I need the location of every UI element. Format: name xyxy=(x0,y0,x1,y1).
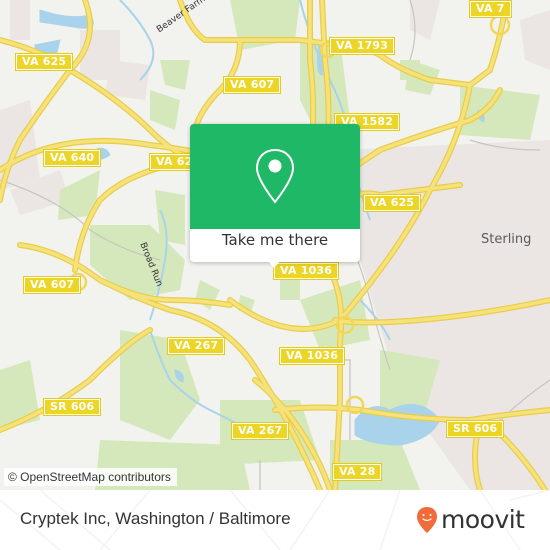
place-title: Cryptek Inc, Washington / Baltimore xyxy=(20,509,291,528)
road-shield-va625: VA 625 xyxy=(362,194,422,212)
location-popup: Take me there xyxy=(190,124,360,268)
moovit-wordmark: moovit xyxy=(441,505,525,534)
road-shield-va1793: VA 1793 xyxy=(328,37,396,55)
popup-header xyxy=(190,124,360,229)
road-shield-sr606: SR 606 xyxy=(445,420,505,438)
road-shield-va267: VA 267 xyxy=(230,422,290,440)
place-label-sterling: Sterling xyxy=(481,232,532,247)
road-shield-va1036: VA 1036 xyxy=(272,262,340,280)
popup-pointer xyxy=(268,261,280,268)
road-shield-va267: VA 267 xyxy=(166,337,226,355)
road-shield-va625: VA 625 xyxy=(14,53,74,71)
road-shield-va1036: VA 1036 xyxy=(278,347,346,365)
road-shield-va640: VA 640 xyxy=(42,149,102,167)
moovit-logo[interactable]: moovit xyxy=(416,505,525,534)
road-shield-sr606: SR 606 xyxy=(42,398,102,416)
road-shield-va7: VA 7 xyxy=(469,0,512,18)
map-pin-icon xyxy=(255,148,295,204)
road-shield-va607: VA 607 xyxy=(22,276,82,294)
moovit-smiley-pin-icon xyxy=(417,506,437,533)
take-me-there-button[interactable]: Take me there xyxy=(190,231,360,249)
map-attribution[interactable]: © OpenStreetMap contributors xyxy=(4,468,177,486)
road-shield-va607: VA 607 xyxy=(222,76,282,94)
road-shield-va28: VA 28 xyxy=(331,463,383,481)
